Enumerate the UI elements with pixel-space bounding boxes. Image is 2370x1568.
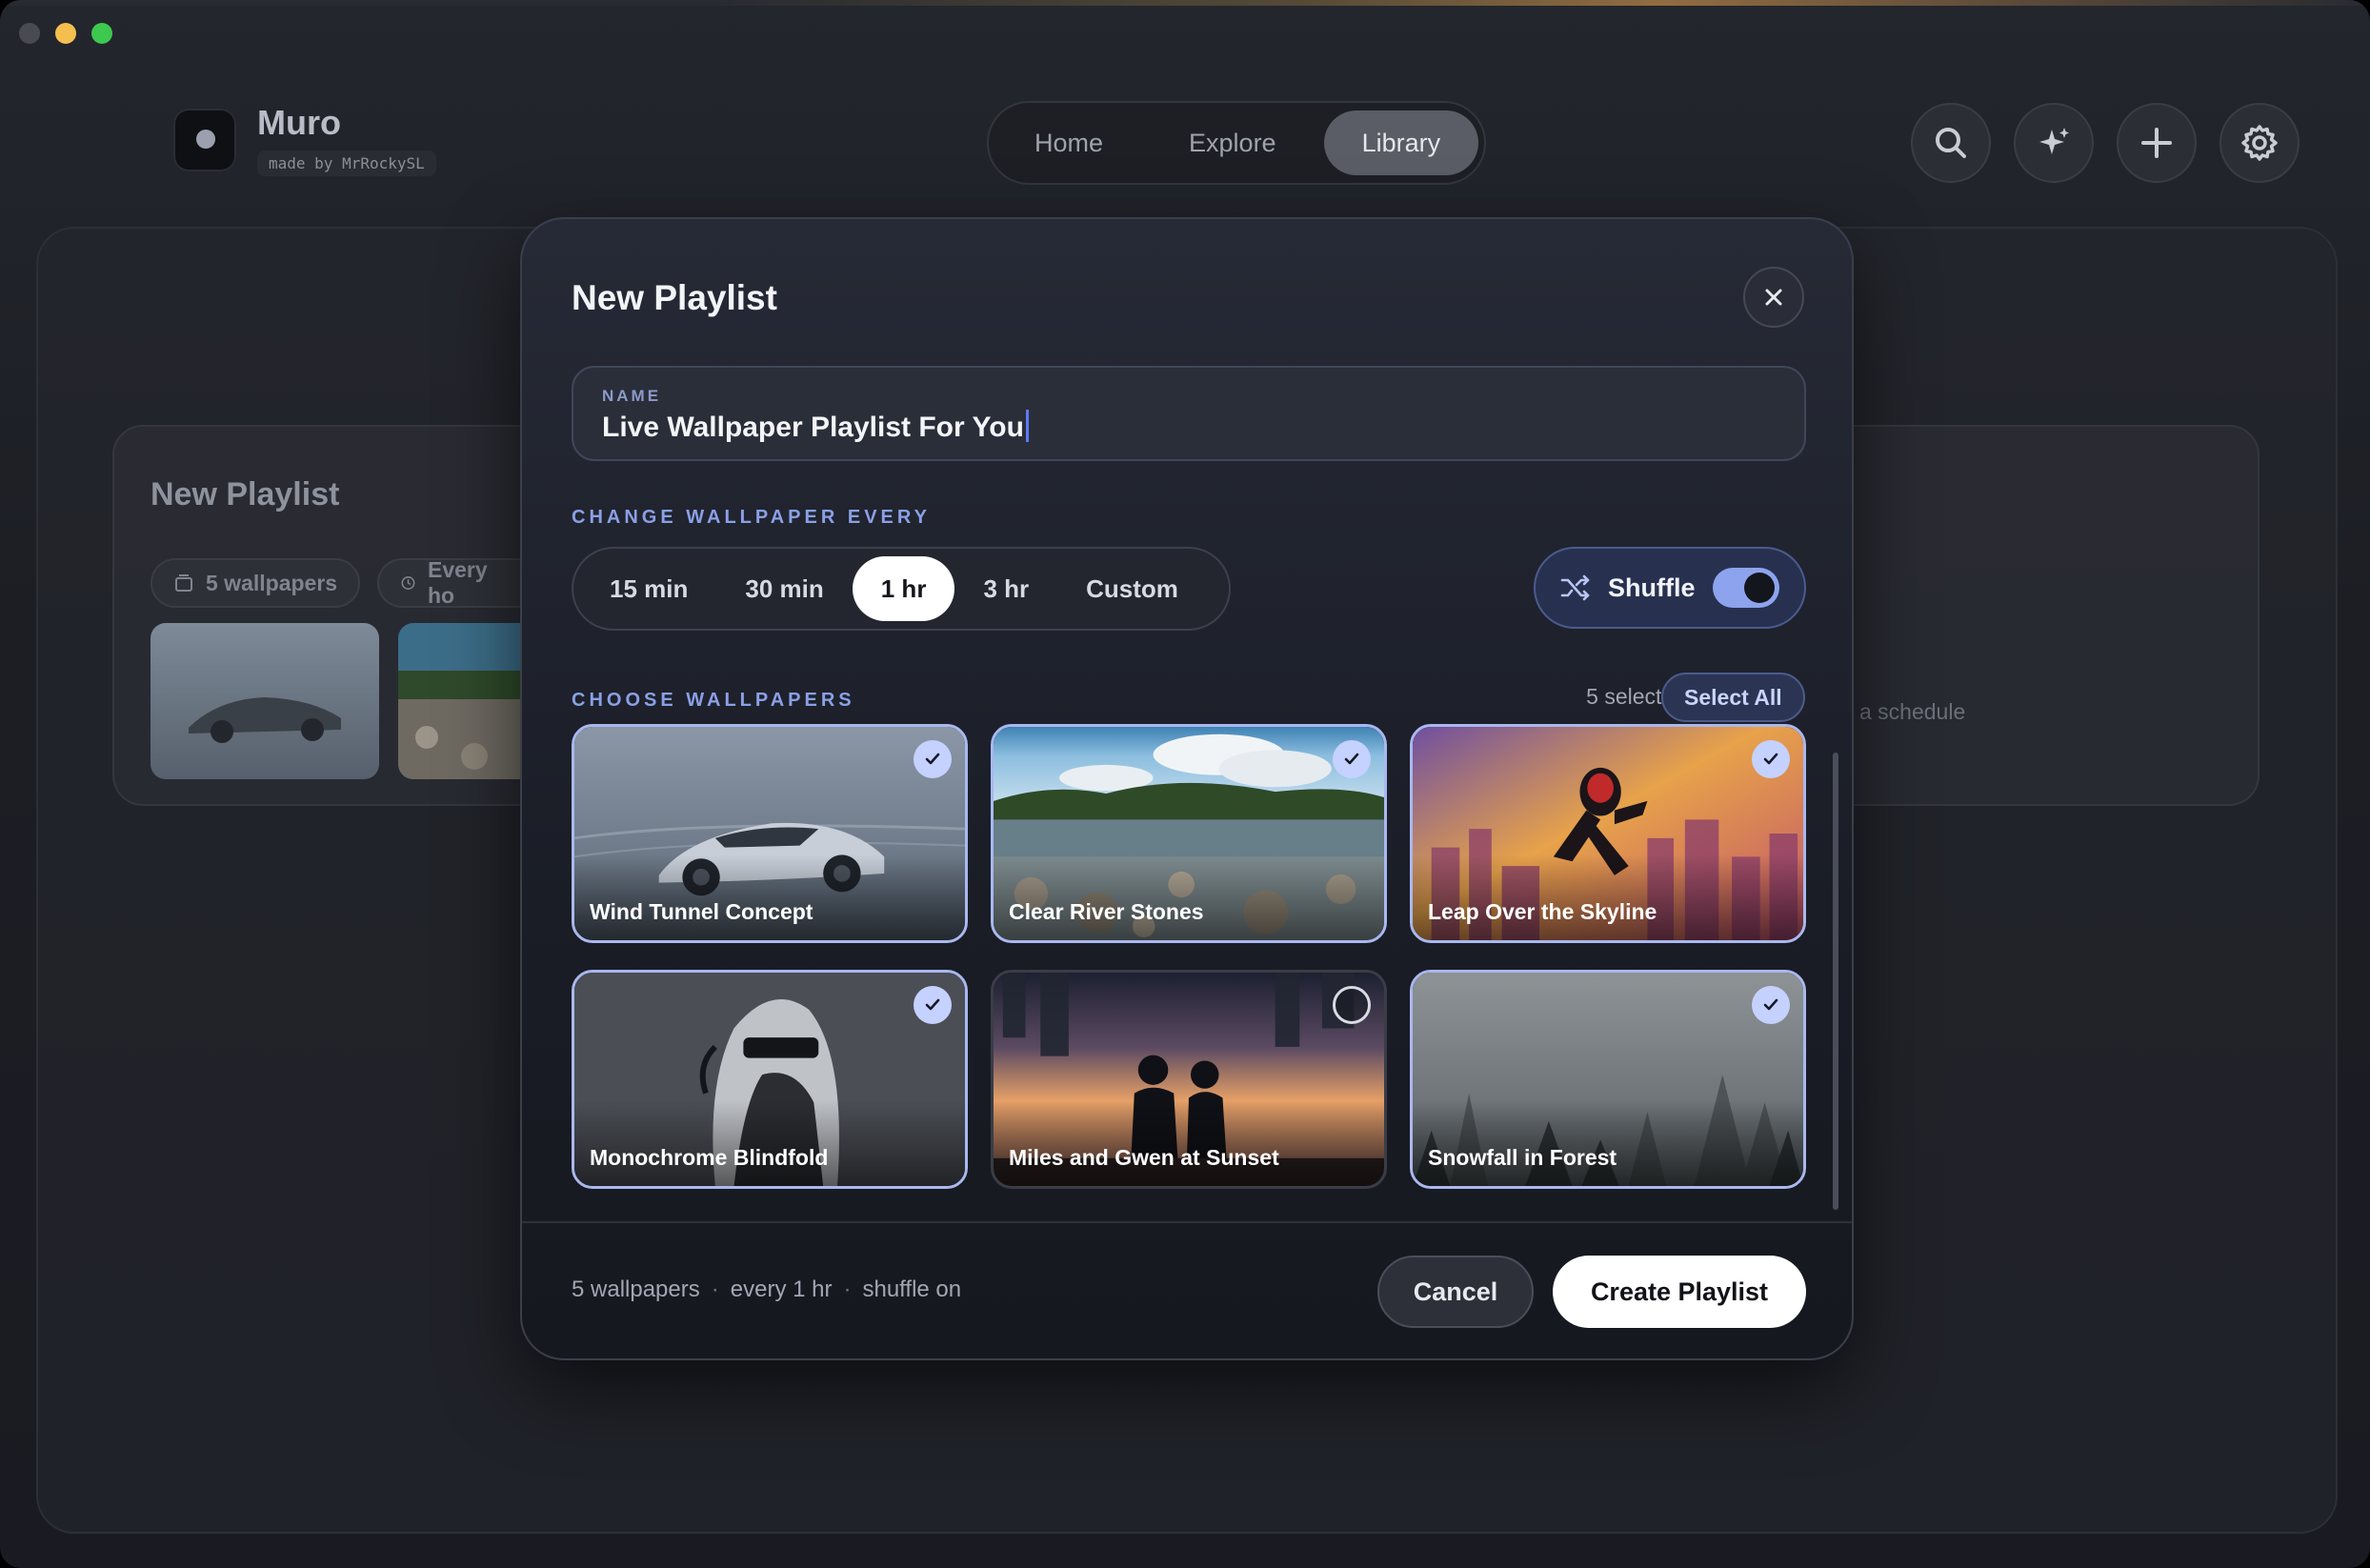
playlist-card-title: New Playlist [151, 476, 340, 513]
new-playlist-dialog: New Playlist NAME Live Wallpaper Playlis… [520, 217, 1854, 1360]
tab-explore[interactable]: Explore [1151, 111, 1315, 175]
schedule-chip: Every ho [377, 558, 520, 608]
tile-gradient [574, 854, 965, 940]
interval-option-3hr[interactable]: 3 hr [954, 556, 1057, 621]
grid-scrollbar[interactable] [1833, 753, 1838, 1210]
wallpaper-title: Clear River Stones [1009, 899, 1204, 924]
checkmark-icon [1763, 998, 1778, 1011]
plus-icon [2141, 128, 2172, 158]
interval-section-label: CHANGE WALLPAPER EVERY [572, 507, 931, 528]
checkmark-icon [925, 998, 940, 1011]
settings-button[interactable] [2219, 103, 2300, 183]
wallpapers-section-label: CHOOSE WALLPAPERS [572, 690, 855, 711]
gear-icon [2241, 125, 2278, 161]
summary-interval: every 1 hr [730, 1277, 833, 1302]
wallpaper-title: Miles and Gwen at Sunset [1009, 1145, 1279, 1170]
create-playlist-button[interactable]: Create Playlist [1553, 1256, 1806, 1328]
app-title: Muro [257, 103, 341, 142]
checkmark-icon [1344, 753, 1359, 765]
close-icon [1765, 289, 1782, 306]
playlist-name-field[interactable]: NAME Live Wallpaper Playlist For You [572, 366, 1806, 461]
playlist-summary: 5 wallpapers · every 1 hr · shuffle on [572, 1277, 962, 1302]
selection-checkbox[interactable] [914, 986, 952, 1024]
selection-checkbox[interactable] [1752, 740, 1790, 778]
search-button[interactable] [1911, 103, 1991, 183]
interval-option-30min[interactable]: 30 min [716, 556, 852, 621]
tile-gradient [994, 1100, 1384, 1186]
wallpaper-title: Wind Tunnel Concept [590, 899, 813, 924]
shuffle-control[interactable]: Shuffle [1534, 547, 1806, 629]
cancel-button[interactable]: Cancel [1377, 1256, 1534, 1328]
tile-gradient [574, 1100, 965, 1186]
window-close-button[interactable] [19, 23, 40, 44]
dialog-close-button[interactable] [1743, 267, 1804, 328]
selection-checkbox[interactable] [1752, 986, 1790, 1024]
text-caret [1025, 410, 1029, 442]
interval-option-custom[interactable]: Custom [1057, 556, 1207, 621]
wallpaper-tile[interactable]: Leap Over the Skyline [1410, 724, 1806, 943]
wallpaper-tile[interactable]: Wind Tunnel Concept [572, 724, 968, 943]
wallpaper-tile[interactable]: Monochrome Blindfold [572, 970, 968, 1189]
schedule-hint: a schedule [1859, 699, 1966, 724]
window-controls [19, 23, 112, 44]
dialog-title: New Playlist [572, 278, 777, 317]
selection-checkbox[interactable] [1333, 986, 1371, 1024]
interval-selector: 15 min 30 min 1 hr 3 hr Custom [572, 547, 1231, 631]
playlist-thumb [398, 623, 520, 779]
tab-home[interactable]: Home [996, 111, 1141, 175]
select-all-button[interactable]: Select All [1661, 673, 1805, 722]
playlist-thumb [151, 623, 379, 779]
collection-icon [175, 574, 192, 592]
wallpaper-title: Monochrome Blindfold [590, 1145, 829, 1170]
window-top-edge [0, 0, 2370, 6]
app-window: Muro made by MrRockySL Home Explore Libr… [0, 0, 2370, 1568]
interval-option-1hr[interactable]: 1 hr [852, 556, 955, 621]
shuffle-label: Shuffle [1608, 573, 1696, 602]
wallpaper-title: Leap Over the Skyline [1428, 899, 1657, 924]
tile-gradient [994, 854, 1384, 940]
main-nav: Home Explore Library [987, 101, 1486, 185]
window-minimize-button[interactable] [55, 23, 76, 44]
wallpaper-tile[interactable]: Clear River Stones [991, 724, 1387, 943]
app-logo [173, 108, 236, 171]
interval-option-15min[interactable]: 15 min [581, 556, 716, 621]
selection-checkbox[interactable] [914, 740, 952, 778]
checkmark-icon [925, 753, 940, 765]
wallpaper-count-chip: 5 wallpapers [151, 558, 361, 608]
tile-gradient [1413, 1100, 1803, 1186]
summary-shuffle: shuffle on [862, 1277, 962, 1302]
playlist-name-input[interactable]: Live Wallpaper Playlist For You [602, 412, 1024, 444]
brand: Muro made by MrRockySL [173, 103, 436, 176]
name-field-label: NAME [602, 387, 662, 405]
wallpaper-tile[interactable]: Miles and Gwen at Sunset [991, 970, 1387, 1189]
summary-count: 5 wallpapers [572, 1277, 700, 1302]
search-icon [1936, 128, 1966, 158]
wallpaper-count-text: 5 wallpapers [206, 570, 338, 595]
add-button[interactable] [2117, 103, 2197, 183]
wallpaper-tile[interactable]: Snowfall in Forest [1410, 970, 1806, 1189]
shuffle-icon [1560, 574, 1590, 601]
selection-checkbox[interactable] [1333, 740, 1371, 778]
sparkle-icon [2039, 128, 2069, 154]
checkmark-icon [1763, 753, 1778, 765]
clock-icon [401, 576, 415, 590]
window-zoom-button[interactable] [91, 23, 112, 44]
tile-gradient [1413, 854, 1803, 940]
tab-library[interactable]: Library [1323, 111, 1479, 175]
footer-divider [522, 1221, 1852, 1223]
shuffle-toggle[interactable] [1713, 568, 1779, 608]
schedule-text: Every ho [427, 558, 488, 608]
ai-generate-button[interactable] [2014, 103, 2094, 183]
wallpaper-title: Snowfall in Forest [1428, 1145, 1617, 1170]
app-subtitle: made by MrRockySL [257, 151, 436, 176]
